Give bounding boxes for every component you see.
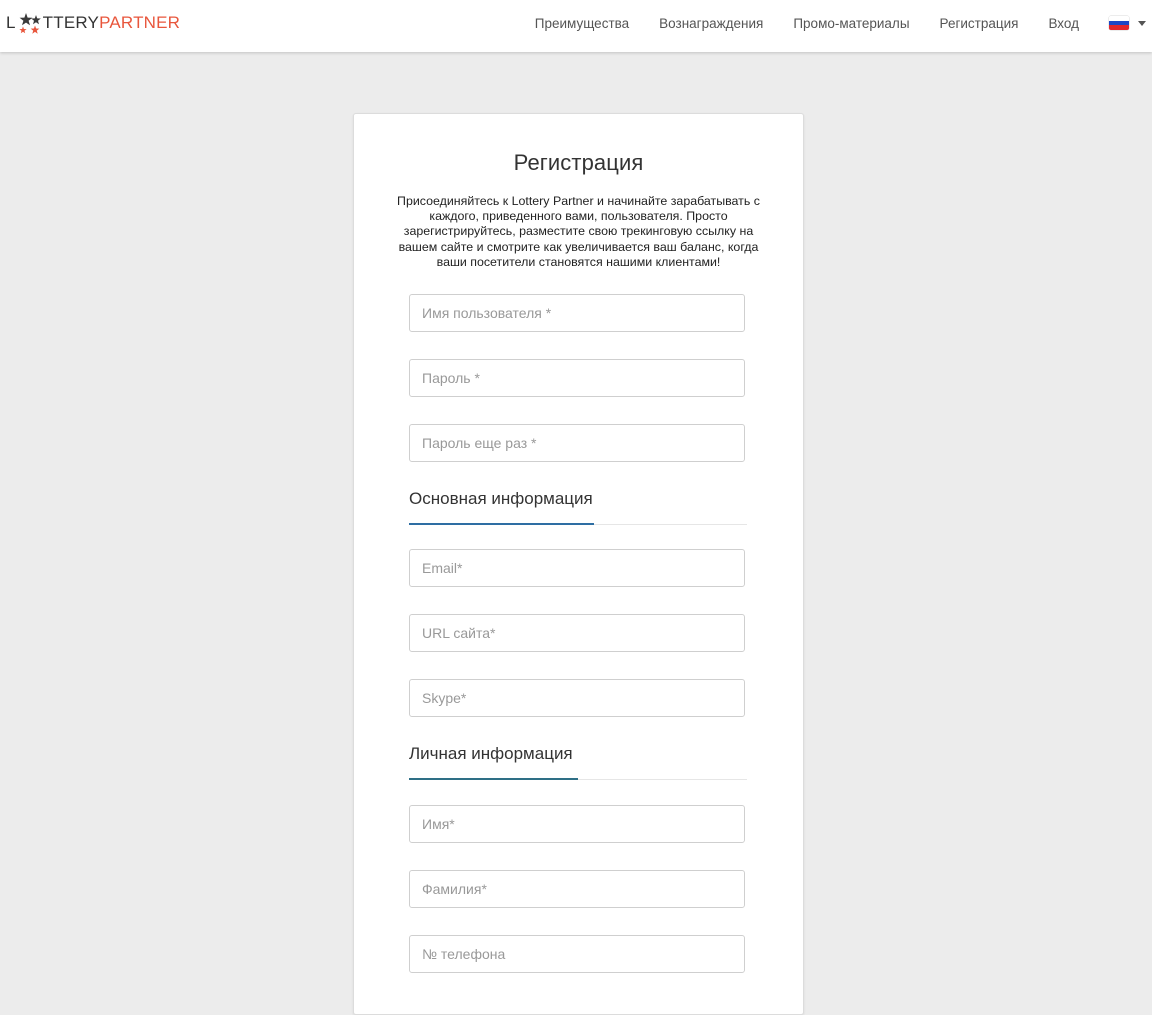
nav-item-registration[interactable]: Регистрация — [940, 16, 1019, 31]
registration-title: Регистрация — [513, 150, 644, 175]
chevron-down-icon — [1138, 20, 1146, 26]
logo-stars-icon — [19, 13, 41, 34]
last-name-input[interactable] — [410, 871, 744, 907]
skype-input[interactable] — [410, 680, 744, 716]
main-nav: Преимущества Вознаграждения Промо-матери… — [535, 0, 1152, 46]
registration-card: Регистрация Присоединяйтесь к Lottery Pa… — [353, 113, 804, 1015]
logo-text-ttery: TTERY — [42, 13, 100, 32]
phone-field — [409, 935, 745, 973]
nav-item-promo-materials[interactable]: Промо-материалы — [793, 16, 909, 31]
russia-flag-icon — [1109, 16, 1129, 30]
password-input[interactable] — [410, 360, 744, 396]
username-input[interactable] — [410, 295, 744, 331]
personal-info-heading: Личная информация — [409, 744, 573, 763]
password-field — [409, 359, 745, 397]
top-navigation-bar: L TTERY PARTNER Преимущества Вознагражде… — [0, 0, 1152, 52]
nav-item-rewards[interactable]: Вознаграждения — [659, 16, 763, 31]
registration-description: Присоединяйтесь к Lottery Partner и начи… — [397, 194, 760, 269]
nav-item-login[interactable]: Вход — [1048, 16, 1079, 31]
email-field — [409, 549, 745, 587]
logo-text-partner: PARTNER — [99, 13, 181, 32]
site-url-field — [409, 614, 745, 652]
nav-item-benefits[interactable]: Преимущества — [535, 16, 629, 31]
basic-info-divider — [409, 523, 747, 525]
logo-letter-l: L — [6, 13, 16, 32]
basic-info-accent — [409, 523, 594, 525]
lottery-partner-logo[interactable]: L TTERY PARTNER — [6, 10, 180, 36]
email-input[interactable] — [410, 550, 744, 586]
password-repeat-field — [409, 424, 745, 462]
first-name-input[interactable] — [410, 806, 744, 842]
personal-info-divider — [409, 778, 747, 780]
skype-field — [409, 679, 745, 717]
phone-input[interactable] — [410, 936, 744, 972]
personal-info-accent — [409, 778, 578, 780]
basic-info-heading: Основная информация — [409, 489, 593, 508]
first-name-field — [409, 805, 745, 843]
language-selector[interactable] — [1109, 16, 1146, 30]
password-repeat-input[interactable] — [410, 425, 744, 461]
last-name-field — [409, 870, 745, 908]
site-url-input[interactable] — [410, 615, 744, 651]
username-field — [409, 294, 745, 332]
